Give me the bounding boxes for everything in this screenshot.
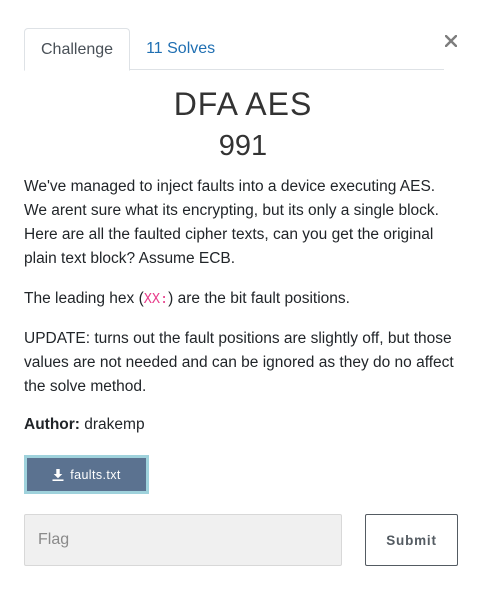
file-name: faults.txt	[70, 467, 121, 482]
author-line: Author: drakemp	[24, 416, 145, 434]
description-paragraph-2: The leading hex (XX:) are the bit fault …	[24, 287, 460, 311]
download-file-button[interactable]: faults.txt	[24, 455, 149, 494]
tab-solves[interactable]: 11 Solves	[130, 28, 231, 70]
author-name: drakemp	[84, 416, 145, 433]
author-label: Author:	[24, 416, 80, 433]
description-p2-before: The leading hex (	[24, 290, 144, 307]
challenge-name: DFA AES	[173, 86, 313, 122]
challenge-value: 991	[218, 130, 268, 162]
description-paragraph-1: We've managed to inject faults into a de…	[24, 178, 439, 267]
close-icon	[445, 35, 457, 47]
description-paragraph-3: UPDATE: turns out the fault positions ar…	[24, 330, 454, 395]
description-p2-after: ) are the bit fault positions.	[168, 290, 350, 307]
tab-challenge[interactable]: Challenge	[24, 28, 131, 71]
fault-position-code: XX:	[143, 291, 169, 307]
submit-button[interactable]: Submit	[365, 514, 458, 566]
challenge-description: We've managed to inject faults into a de…	[24, 175, 460, 415]
challenge-modal: Challenge 11 Solves DFA AES 991 We've ma…	[0, 0, 486, 610]
challenge-tabs: Challenge 11 Solves	[24, 28, 444, 71]
tab-challenge-label: Challenge	[41, 40, 114, 58]
close-button[interactable]	[440, 28, 462, 54]
download-icon	[52, 468, 64, 481]
tab-solves-label: 11 Solves	[146, 40, 216, 57]
flag-input[interactable]	[24, 514, 342, 566]
